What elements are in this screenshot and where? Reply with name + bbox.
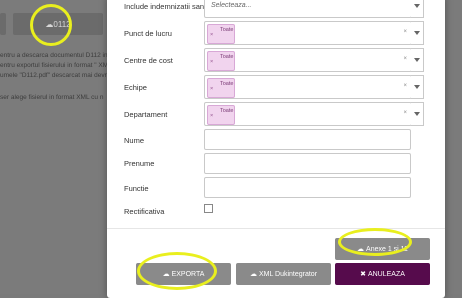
highlight-annotation bbox=[30, 4, 72, 46]
chevron-down-icon[interactable] bbox=[411, 0, 424, 18]
departament-select[interactable]: × Toate × bbox=[204, 102, 412, 126]
tag-chip: × Toate bbox=[207, 105, 235, 125]
background-text-line: umele "D112.pdf" descarcat mai devre bbox=[0, 72, 111, 79]
tag-chip: × Toate bbox=[207, 51, 235, 71]
prenume-input[interactable] bbox=[204, 153, 411, 174]
tag-remove-icon[interactable]: × bbox=[210, 86, 213, 92]
background-text-line: entru a descarca documentul D112 in bbox=[0, 52, 108, 59]
background-button-left bbox=[0, 13, 6, 35]
tag-chip: × Toate bbox=[207, 24, 235, 44]
tag-label: Toate bbox=[220, 54, 234, 60]
functie-label: Functie bbox=[124, 184, 149, 193]
clear-icon[interactable]: × bbox=[403, 29, 407, 35]
chevron-down-icon[interactable] bbox=[411, 48, 424, 72]
cloud-download-icon: ☁ bbox=[249, 271, 257, 278]
highlight-annotation bbox=[338, 228, 412, 256]
prenume-label: Prenume bbox=[124, 159, 155, 168]
centre-cost-label: Centre de cost bbox=[124, 56, 173, 65]
indemnizatii-select[interactable]: Selecteaza... bbox=[204, 0, 412, 18]
anuleaza-label: ANULEAZA bbox=[367, 270, 405, 278]
tag-chip: × Toate bbox=[207, 78, 235, 98]
rectificativa-label: Rectificativa bbox=[124, 207, 165, 216]
chevron-down-icon[interactable] bbox=[411, 21, 424, 45]
punct-lucru-select[interactable]: × Toate × bbox=[204, 21, 412, 45]
centre-cost-select[interactable]: × Toate × bbox=[204, 48, 412, 72]
chevron-down-icon[interactable] bbox=[411, 102, 424, 126]
background-text-line: ser alege fisierul in format XML cu n bbox=[0, 94, 104, 101]
chevron-down-icon[interactable] bbox=[411, 75, 424, 99]
clear-icon[interactable]: × bbox=[403, 110, 407, 116]
anuleaza-button[interactable]: ✖ ANULEAZA bbox=[335, 263, 430, 285]
tag-label: Toate bbox=[220, 108, 234, 114]
tag-remove-icon[interactable]: × bbox=[210, 59, 213, 65]
clear-icon[interactable]: × bbox=[403, 83, 407, 89]
close-icon: ✖ bbox=[360, 271, 366, 278]
footer-divider bbox=[107, 228, 445, 229]
departament-label: Departament bbox=[124, 110, 168, 119]
functie-input[interactable] bbox=[204, 177, 411, 198]
background-text-line: entru exportul fisierului in format " XM bbox=[0, 62, 109, 69]
tag-label: Toate bbox=[220, 27, 234, 33]
xml-dukintegrator-button[interactable]: ☁ XML Dukintegrator bbox=[236, 263, 331, 285]
tag-label: Toate bbox=[220, 81, 234, 87]
indemnizatii-placeholder: Selecteaza... bbox=[211, 2, 252, 9]
echipe-label: Echipe bbox=[124, 83, 147, 92]
rectificativa-checkbox[interactable] bbox=[204, 204, 213, 213]
echipe-select[interactable]: × Toate × bbox=[204, 75, 412, 99]
nume-input[interactable] bbox=[204, 129, 411, 150]
tag-remove-icon[interactable]: × bbox=[210, 113, 213, 119]
nume-label: Nume bbox=[124, 136, 145, 145]
punct-lucru-label: Punct de lucru bbox=[124, 29, 172, 38]
highlight-annotation bbox=[137, 252, 217, 290]
tag-remove-icon[interactable]: × bbox=[210, 32, 213, 38]
xml-dukintegrator-label: XML Dukintegrator bbox=[258, 270, 318, 278]
clear-icon[interactable]: × bbox=[403, 56, 407, 62]
